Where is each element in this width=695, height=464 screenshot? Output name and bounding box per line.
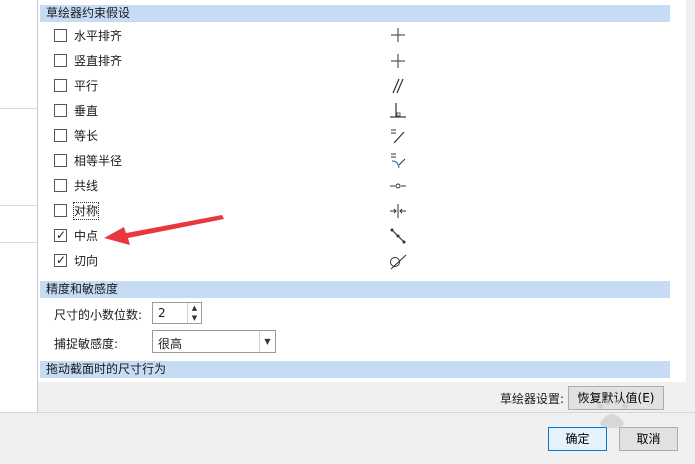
midpoint-icon [388, 226, 408, 246]
cancel-button[interactable]: 取消 [619, 427, 678, 451]
check-mark-icon: ✓ [56, 253, 67, 267]
constraint-row-tangent[interactable]: ✓ 切向 [54, 250, 434, 272]
left-pane-divider [0, 108, 37, 109]
equal-radius-icon [388, 151, 408, 171]
constraint-label: 中点 [74, 229, 99, 243]
constraint-row-vertical[interactable]: 竖直排齐 [54, 50, 434, 72]
section-header-precision: 精度和敏感度 [40, 281, 670, 298]
constraint-checkbox[interactable] [54, 179, 67, 192]
decimals-spinner[interactable]: 2 ▲ ▼ [152, 302, 202, 324]
constraint-label: 竖直排齐 [74, 54, 123, 68]
constraint-label: 垂直 [74, 104, 99, 118]
constraint-row-equal-radius[interactable]: 相等半径 [54, 150, 434, 172]
constraint-row-midpoint[interactable]: ✓ 中点 [54, 225, 434, 247]
constraint-checkbox[interactable] [54, 154, 67, 167]
constraint-checkbox[interactable]: ✓ [54, 253, 67, 267]
constraint-label: 切向 [74, 254, 99, 268]
constraint-checkbox[interactable] [54, 29, 67, 42]
constraint-row-symmetric[interactable]: 对称 [54, 200, 434, 222]
constraint-checkbox[interactable] [54, 204, 67, 217]
constraint-label: 等长 [74, 129, 99, 143]
constraint-label: 相等半径 [74, 154, 123, 168]
restore-defaults-button[interactable]: 恢复默认值(E) [568, 386, 664, 410]
constraint-row-collinear[interactable]: 共线 [54, 175, 434, 197]
constraint-label: 水平排齐 [74, 29, 123, 43]
decimals-label: 尺寸的小数位数: [54, 308, 143, 322]
vertical-align-icon [388, 51, 408, 71]
constraint-label: 共线 [74, 179, 99, 193]
snap-sensitivity-select[interactable]: 很高 ▼ [152, 330, 276, 353]
spin-down-icon[interactable]: ▼ [188, 313, 201, 323]
left-pane-divider [0, 205, 37, 206]
constraint-checkbox[interactable] [54, 129, 67, 142]
constraint-checkbox[interactable] [54, 79, 67, 92]
constraint-label: 对称 [72, 202, 100, 220]
horizontal-align-icon [388, 25, 408, 45]
spin-up-icon[interactable]: ▲ [188, 303, 201, 313]
collinear-icon [388, 176, 408, 196]
equal-length-icon [388, 126, 408, 146]
constraint-row-perpendicular[interactable]: 垂直 [54, 100, 434, 122]
snap-sensitivity-label: 捕捉敏感度: [54, 337, 119, 351]
decimals-value: 2 [158, 306, 166, 320]
ok-button[interactable]: 确定 [548, 427, 607, 451]
check-mark-icon: ✓ [56, 228, 67, 242]
parallel-icon [388, 76, 408, 96]
section-header-drag: 拖动截面时的尺寸行为 [40, 361, 670, 378]
sketcher-settings-label: 草绘器设置: [500, 392, 565, 406]
constraint-checkbox[interactable] [54, 54, 67, 67]
left-navigation-pane [0, 0, 38, 412]
constraint-checkbox[interactable] [54, 104, 67, 117]
footer-separator [0, 412, 695, 413]
sketcher-options-panel: 草绘器约束假设 水平排齐 竖直排齐 平行 垂直 等长 相等半径 共线 对称 ✓ … [38, 0, 686, 382]
constraint-row-horizontal[interactable]: 水平排齐 [54, 25, 434, 47]
constraint-label: 平行 [74, 79, 99, 93]
spinner-buttons[interactable]: ▲ ▼ [187, 303, 201, 323]
constraint-checkbox[interactable]: ✓ [54, 228, 67, 242]
constraint-row-parallel[interactable]: 平行 [54, 75, 434, 97]
symmetric-icon [388, 201, 408, 221]
left-pane-divider [0, 242, 37, 243]
snap-sensitivity-value: 很高 [158, 337, 183, 351]
section-header-constraints: 草绘器约束假设 [40, 5, 670, 22]
dialog-footer-bar: 草绘器设置: 恢复默认值(E) [38, 382, 695, 412]
tangent-icon [388, 251, 408, 271]
chevron-down-icon[interactable]: ▼ [259, 331, 275, 352]
constraint-row-equal-length[interactable]: 等长 [54, 125, 434, 147]
perpendicular-icon [388, 101, 408, 121]
